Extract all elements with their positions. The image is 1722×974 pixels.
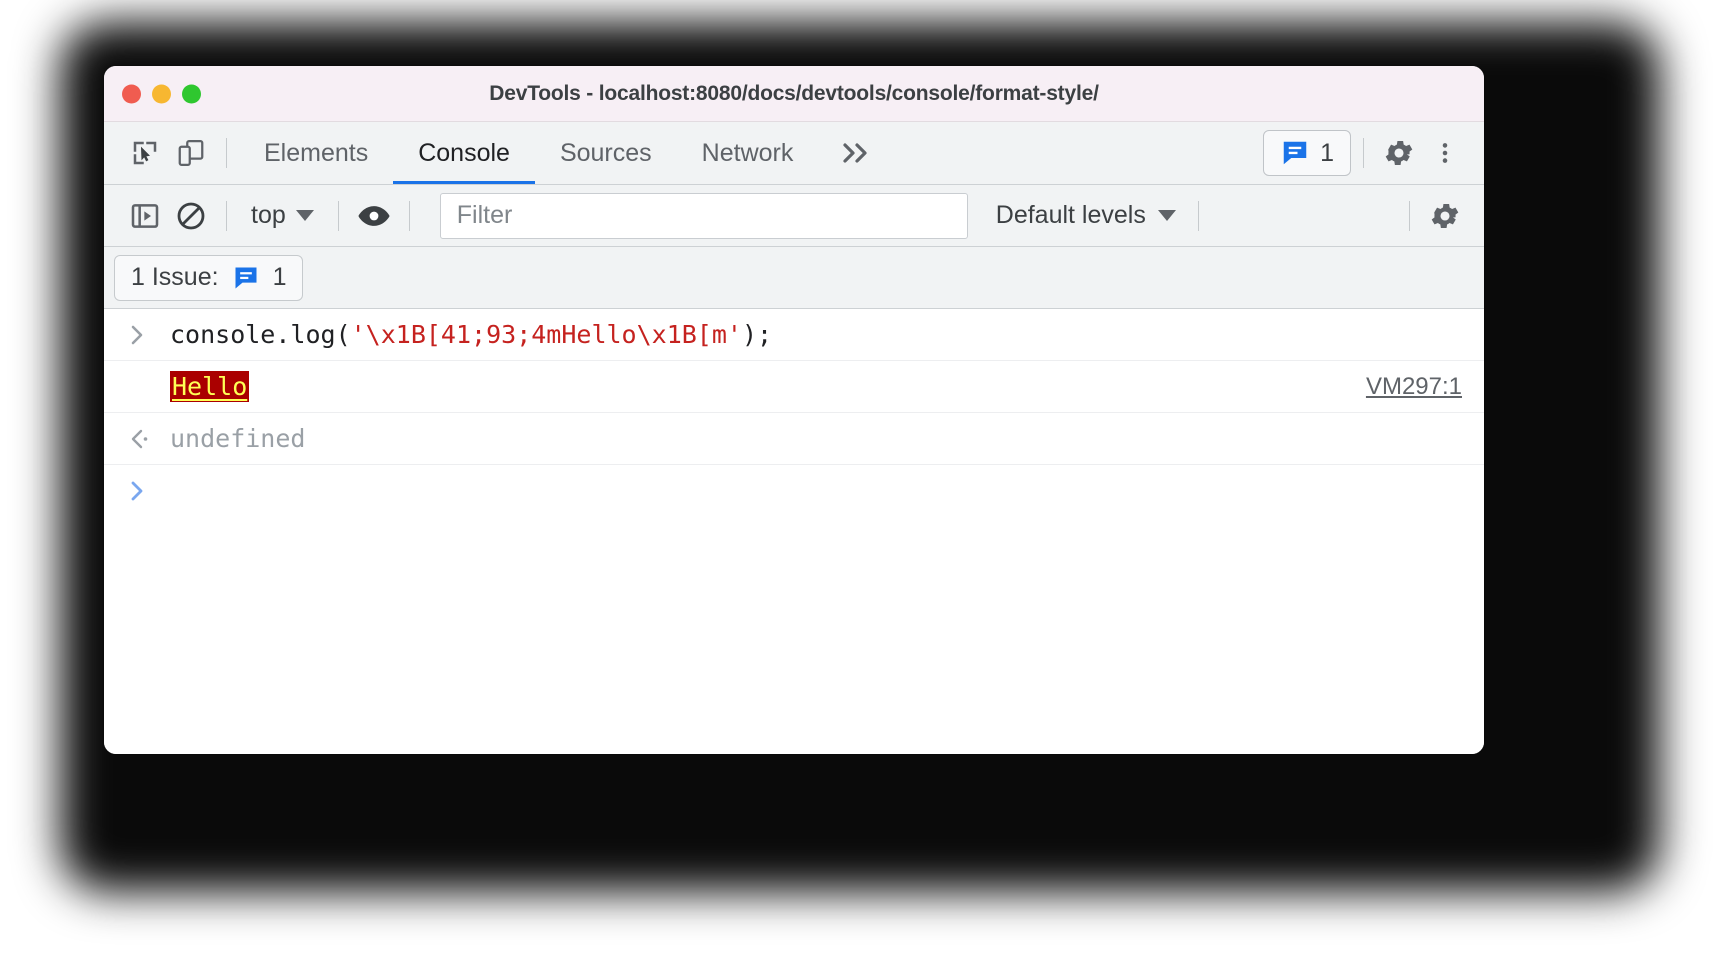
execution-context-selector[interactable]: top (239, 194, 326, 238)
screenshot-root: DevTools - localhost:8080/docs/devtools/… (0, 0, 1722, 974)
console-settings-button[interactable] (1422, 193, 1468, 239)
console-result-row: undefined (104, 413, 1484, 465)
tab-network[interactable]: Network (677, 122, 819, 184)
log-level-selector[interactable]: Default levels (986, 201, 1186, 230)
inspect-cursor-icon (133, 141, 157, 165)
console-message-list: console.log('\x1B[41;93;4mHello\x1B[m');… (104, 309, 1484, 754)
gear-icon (1385, 140, 1413, 166)
console-input-row[interactable]: console.log('\x1B[41;93;4mHello\x1B[m'); (104, 309, 1484, 361)
issue-message-icon (235, 267, 257, 288)
console-toolbar-divider-3 (408, 200, 410, 231)
traffic-light-buttons (122, 84, 201, 103)
three-dots-vertical-icon (1442, 143, 1448, 163)
clear-console-icon (177, 202, 205, 229)
issues-chip-button[interactable]: 1 Issue: 1 (114, 254, 304, 301)
device-toolbar-icon (178, 140, 204, 166)
console-toolbar-divider-5 (1409, 200, 1410, 231)
window-title: DevTools - localhost:8080/docs/devtools/… (489, 81, 1099, 105)
toggle-device-toolbar-button[interactable] (168, 130, 214, 176)
tab-console-label: Console (418, 138, 510, 167)
result-gutter (128, 426, 170, 452)
panel-tabs: Elements Console Sources Network (239, 122, 818, 184)
clear-console-button[interactable] (168, 193, 214, 239)
console-toolbar-divider-4 (1197, 200, 1199, 231)
log-level-label: Default levels (995, 201, 1146, 229)
console-sidebar-icon (131, 203, 159, 228)
prompt-gutter (128, 478, 170, 504)
source-location-link[interactable]: VM297:1 (1366, 373, 1462, 401)
console-sidebar-toggle-button[interactable] (122, 193, 168, 239)
create-live-expression-button[interactable] (351, 193, 397, 239)
inspect-element-button[interactable] (122, 130, 168, 176)
input-gutter (128, 322, 170, 348)
code-suffix: ); (741, 320, 773, 349)
issues-badge-button[interactable]: 1 (1263, 130, 1351, 176)
close-window-button[interactable] (122, 84, 141, 103)
more-tabs-button[interactable] (818, 140, 896, 166)
console-result-value: undefined (170, 424, 306, 453)
issues-chip-count: 1 (272, 263, 287, 291)
console-toolbar: top Filter Default levels (104, 185, 1484, 247)
devtools-window: DevTools - localhost:8080/docs/devtools/… (104, 66, 1484, 754)
toolbar-divider (226, 138, 227, 168)
minimize-window-button[interactable] (152, 84, 171, 103)
issues-message-bar: 1 Issue: 1 (104, 247, 1484, 309)
tab-sources-label: Sources (559, 138, 652, 167)
issues-badge-count: 1 (1320, 138, 1334, 167)
console-toolbar-divider-2 (337, 200, 339, 231)
execution-context-label: top (251, 201, 286, 229)
title-bar: DevTools - localhost:8080/docs/devtools/… (104, 66, 1484, 122)
devtools-settings-button[interactable] (1376, 130, 1422, 176)
console-output-row: Hello VM297:1 (104, 361, 1484, 413)
chevron-double-right-icon (843, 143, 867, 163)
code-string-literal: '\x1B[41;93;4mHello\x1B[m' (350, 320, 742, 349)
chevron-right-prompt-icon (131, 325, 143, 344)
return-arrow-icon (131, 429, 148, 448)
console-toolbar-divider-1 (226, 200, 227, 231)
tab-elements-label: Elements (264, 138, 369, 167)
chevron-down-icon (295, 210, 314, 221)
tab-sources[interactable]: Sources (535, 122, 677, 184)
console-filter-input[interactable]: Filter (439, 192, 968, 239)
maximize-window-button[interactable] (182, 84, 201, 103)
issues-chip-label: 1 Issue: (131, 263, 219, 291)
devtools-tab-strip: Elements Console Sources Network 1 (104, 122, 1484, 185)
tab-elements[interactable]: Elements (239, 122, 393, 184)
console-output-content: Hello (170, 371, 1366, 402)
chevron-right-prompt-icon (131, 481, 143, 501)
eye-icon (358, 205, 390, 226)
issue-message-icon (1283, 141, 1307, 165)
console-input-code: console.log('\x1B[41;93;4mHello\x1B[m'); (170, 320, 772, 349)
ansi-styled-text: Hello (170, 371, 250, 402)
tab-network-label: Network (701, 138, 794, 167)
devtools-main-menu-button[interactable] (1422, 130, 1468, 176)
tab-console[interactable]: Console (393, 122, 535, 184)
gear-icon (1431, 203, 1459, 228)
chevron-down-icon (1157, 210, 1176, 221)
code-prefix: console.log( (170, 320, 351, 349)
console-prompt-row[interactable] (104, 465, 1484, 517)
tabstrip-divider-right (1363, 138, 1364, 168)
